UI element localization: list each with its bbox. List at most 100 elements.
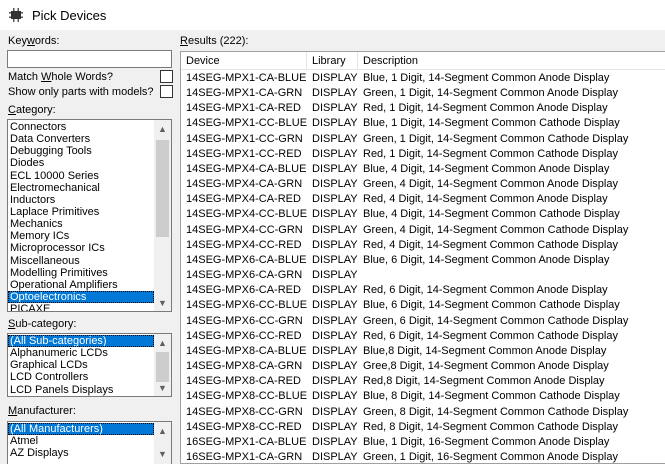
- table-row[interactable]: 14SEG-MPX8-CC-BLUE DISPLAY Blue, 8 Digit, …: [181, 389, 665, 404]
- scroll-up-icon[interactable]: ▲: [154, 422, 171, 439]
- list-item[interactable]: Connectors: [8, 121, 154, 133]
- device-cell: 14SEG-MPX6-CC-RED: [186, 329, 302, 342]
- device-cell: 14SEG-MPX6-CC-BLUE: [186, 299, 308, 312]
- table-row[interactable]: 14SEG-MPX8-CA-BLUE DISPLAY Blue,8 Digit, 1…: [181, 344, 665, 359]
- table-row[interactable]: 14SEG-MPX6-CA-GRN DISPLAY: [181, 268, 665, 283]
- scroll-down-icon[interactable]: ▼: [154, 379, 171, 396]
- category-scrollbar[interactable]: ▲ ▼: [154, 120, 171, 311]
- table-row[interactable]: 14SEG-MPX6-CC-GRN DISPLAY Green, 6 Digit, …: [181, 314, 665, 329]
- keywords-label: Keywords:: [8, 35, 60, 47]
- table-row[interactable]: 14SEG-MPX4-CA-GRN DISPLAY Green, 4 Digit, …: [181, 177, 665, 192]
- device-cell: 14SEG-MPX8-CA-GRN: [186, 360, 303, 373]
- table-row[interactable]: 14SEG-MPX6-CC-RED DISPLAY Red, 6 Digit, 14…: [181, 329, 665, 344]
- manufacturer-listbox[interactable]: (All Manufacturers) Atmel AZ Displays ▲ ▼: [7, 421, 172, 464]
- list-item[interactable]: Graphical LCDs: [8, 359, 154, 371]
- list-item[interactable]: PICAXE: [8, 303, 154, 311]
- scroll-up-icon[interactable]: ▲: [154, 120, 171, 137]
- results-table[interactable]: Device Library Description 14SEG-MPX1-CA…: [180, 51, 665, 464]
- list-item[interactable]: Mechanics: [8, 218, 154, 230]
- list-item[interactable]: Modelling Primitives: [8, 267, 154, 279]
- category-listbox[interactable]: Connectors Data Converters Debugging Tools…: [7, 119, 172, 312]
- list-item[interactable]: Alphanumeric LCDs: [8, 347, 154, 359]
- description-cell: Red, 1 Digit, 14-Segment Common Cathode …: [363, 147, 618, 160]
- subcategory-label: Sub-category:: [8, 318, 77, 330]
- table-row[interactable]: 14SEG-MPX8-CA-GRN DISPLAY Gree,8 Digit, 14…: [181, 359, 665, 374]
- table-row[interactable]: 14SEG-MPX4-CA-RED DISPLAY Red, 4 Digit, 14…: [181, 192, 665, 207]
- scroll-thumb[interactable]: [156, 140, 169, 237]
- table-row[interactable]: 14SEG-MPX8-CC-GRN DISPLAY Green, 8 Digit, …: [181, 405, 665, 420]
- table-row[interactable]: 14SEG-MPX1-CA-BLUE DISPLAY Blue, 1 Digit, …: [181, 71, 665, 86]
- description-cell: Red,8 Digit, 14-Segment Common Anode Dis…: [363, 375, 605, 388]
- show-only-models-option[interactable]: Show only parts with models?: [8, 84, 173, 99]
- keywords-input[interactable]: [7, 50, 172, 68]
- description-cell: Green, 4 Digit, 14-Segment Common Anode …: [363, 178, 618, 191]
- subcategory-listbox[interactable]: (All Sub-categories) Alphanumeric LCDs Gra…: [7, 333, 172, 397]
- scroll-thumb[interactable]: [156, 352, 169, 382]
- list-item[interactable]: (All Manufacturers): [8, 423, 154, 436]
- device-cell: 14SEG-MPX8-CA-BLUE: [186, 344, 307, 357]
- table-row[interactable]: 14SEG-MPX4-CC-BLUE DISPLAY Blue, 4 Digit, …: [181, 207, 665, 222]
- library-cell: DISPLAY: [312, 72, 358, 84]
- column-header-library[interactable]: Library: [307, 52, 358, 70]
- table-row[interactable]: 14SEG-MPX1-CA-RED DISPLAY Red, 1 Digit, 14…: [181, 101, 665, 116]
- table-row[interactable]: 14SEG-MPX4-CC-RED DISPLAY Red, 4 Digit, 14…: [181, 238, 665, 253]
- table-row[interactable]: 14SEG-MPX6-CA-RED DISPLAY Red, 6 Digit, 14…: [181, 283, 665, 298]
- list-item[interactable]: Microprocessor ICs: [8, 242, 154, 254]
- list-item[interactable]: (All Sub-categories): [8, 335, 154, 348]
- match-whole-words-option[interactable]: Match Whole Words?: [8, 69, 173, 84]
- table-row[interactable]: 14SEG-MPX1-CC-BLUE DISPLAY Blue, 1 Digit, …: [181, 116, 665, 131]
- list-item[interactable]: Data Converters: [8, 133, 154, 145]
- show-only-models-checkbox[interactable]: [160, 85, 173, 98]
- table-row[interactable]: 14SEG-MPX1-CC-RED DISPLAY Red, 1 Digit, 14…: [181, 147, 665, 162]
- manufacturer-scrollbar[interactable]: ▲ ▼: [154, 422, 171, 464]
- library-cell: DISPLAY: [312, 223, 358, 236]
- description-cell: Red, 6 Digit, 14-Segment Common Anode Di…: [363, 284, 608, 297]
- list-item[interactable]: Inductors: [8, 194, 154, 206]
- library-cell: DISPLAY: [312, 314, 358, 327]
- list-item[interactable]: Electromechanical: [8, 182, 154, 194]
- library-cell: DISPLAY: [312, 390, 358, 403]
- table-row[interactable]: 14SEG-MPX6-CC-BLUE DISPLAY Blue, 6 Digit, …: [181, 298, 665, 313]
- list-item[interactable]: AZ Displays: [8, 447, 154, 459]
- column-header-description[interactable]: Description: [358, 52, 665, 70]
- library-cell: DISPLAY: [312, 360, 358, 373]
- list-item[interactable]: Memory ICs: [8, 230, 154, 242]
- library-cell: DISPLAY: [312, 193, 358, 206]
- list-item[interactable]: Miscellaneous: [8, 255, 154, 267]
- table-row[interactable]: 16SEG-MPX1-CA-GRN DISPLAY Green, 1 Digit, …: [181, 450, 665, 463]
- table-row[interactable]: 14SEG-MPX8-CA-RED DISPLAY Red,8 Digit, 14-…: [181, 374, 665, 389]
- list-item[interactable]: ECL 10000 Series: [8, 170, 154, 182]
- device-cell: 14SEG-MPX1-CC-BLUE: [186, 117, 308, 130]
- list-item[interactable]: Operational Amplifiers: [8, 279, 154, 291]
- manufacturer-label: Manufacturer:: [8, 405, 76, 417]
- list-item[interactable]: LCD Controllers: [8, 371, 154, 383]
- table-row[interactable]: 14SEG-MPX4-CA-BLUE DISPLAY Blue, 4 Digit, …: [181, 162, 665, 177]
- table-row[interactable]: 14SEG-MPX4-CC-GRN DISPLAY Green, 4 Digit, …: [181, 223, 665, 238]
- list-item[interactable]: Diodes: [8, 157, 154, 169]
- device-cell: 14SEG-MPX8-CA-RED: [186, 375, 301, 388]
- description-cell: Green, 1 Digit, 14-Segment Common Anode …: [363, 87, 618, 100]
- list-item[interactable]: Atmel: [8, 435, 154, 447]
- scroll-down-icon[interactable]: ▼: [154, 445, 171, 462]
- list-item[interactable]: Debugging Tools: [8, 145, 154, 157]
- library-cell: DISPLAY: [312, 299, 358, 312]
- match-whole-words-checkbox[interactable]: [160, 70, 173, 83]
- scroll-up-icon[interactable]: ▲: [154, 334, 171, 351]
- table-row[interactable]: 14SEG-MPX6-CA-BLUE DISPLAY Blue, 6 Digit, …: [181, 253, 665, 268]
- subcategory-scrollbar[interactable]: ▲ ▼: [154, 334, 171, 396]
- library-cell: DISPLAY: [312, 147, 358, 160]
- list-item[interactable]: Laplace Primitives: [8, 206, 154, 218]
- description-cell: Red, 4 Digit, 14-Segment Common Anode Di…: [363, 193, 608, 206]
- table-row[interactable]: 14SEG-MPX8-CC-RED DISPLAY Red, 8 Digit, 14…: [181, 420, 665, 435]
- list-item[interactable]: Optoelectronics: [8, 290, 154, 304]
- list-item[interactable]: LCD Panels Displays: [8, 384, 154, 396]
- description-cell: Blue, 1 Digit, 14-Segment Common Cathode…: [363, 117, 620, 130]
- column-header-device[interactable]: Device: [181, 52, 307, 70]
- table-row[interactable]: 16SEG-MPX1-CA-BLUE DISPLAY Blue, 1 Digit, …: [181, 435, 665, 450]
- scroll-down-icon[interactable]: ▼: [154, 294, 171, 311]
- results-header: Device Library Description: [181, 52, 665, 70]
- table-row[interactable]: 14SEG-MPX1-CA-GRN DISPLAY Green, 1 Digit, …: [181, 86, 665, 101]
- match-whole-words-label: Match Whole Words?: [8, 70, 113, 83]
- library-cell: DISPLAY: [312, 162, 358, 175]
- table-row[interactable]: 14SEG-MPX1-CC-GRN DISPLAY Green, 1 Digit, …: [181, 132, 665, 147]
